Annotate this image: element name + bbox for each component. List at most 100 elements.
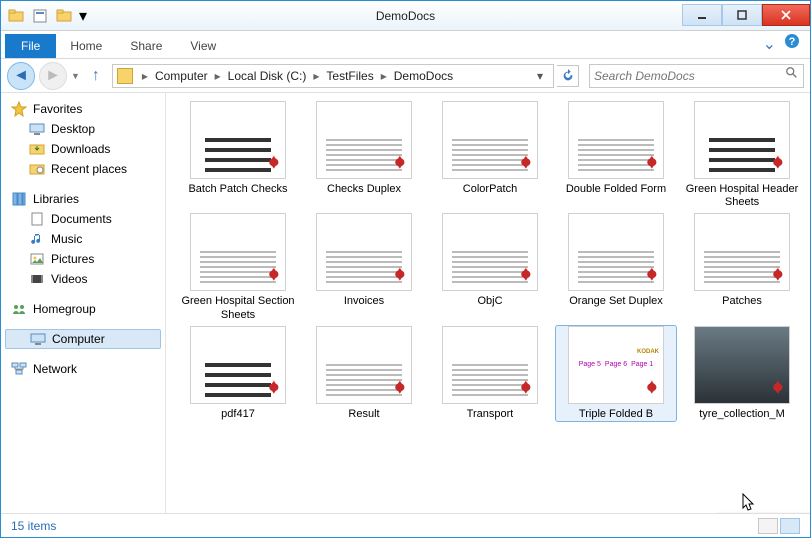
minimize-ribbon-icon[interactable]: ⌄	[763, 34, 776, 54]
file-thumbnail	[316, 101, 412, 179]
file-tile[interactable]: tyre_collection_M	[682, 326, 802, 421]
file-name-label: ObjC	[477, 295, 502, 308]
nav-desktop[interactable]: Desktop	[1, 119, 165, 139]
chevron-right-icon[interactable]: ▸	[139, 69, 151, 83]
file-tile[interactable]: pdf417	[178, 326, 298, 421]
file-tab[interactable]: File	[5, 34, 56, 58]
file-tile[interactable]: Patches	[682, 213, 802, 321]
chevron-right-icon[interactable]: ▸	[212, 69, 224, 83]
chevron-right-icon[interactable]: ▸	[378, 69, 390, 83]
file-tile[interactable]: Transport	[430, 326, 550, 421]
file-tile[interactable]: ObjC	[430, 213, 550, 321]
nav-recent[interactable]: Recent places	[1, 159, 165, 179]
nav-pictures[interactable]: Pictures	[1, 249, 165, 269]
help-icon[interactable]: ?	[784, 33, 800, 54]
nav-music[interactable]: Music	[1, 229, 165, 249]
close-button[interactable]	[762, 4, 810, 26]
ribbon-tools: ⌄ ?	[763, 33, 810, 58]
pdf-badge-icon	[513, 154, 535, 176]
file-tile[interactable]: Page 5Page 6Page 1KODAK Triple Folded B	[556, 326, 676, 421]
pdf-badge-icon	[513, 379, 535, 401]
breadcrumb-item[interactable]: DemoDocs	[392, 69, 455, 83]
nav-label: Documents	[51, 212, 112, 226]
file-name-label: Triple Folded B	[579, 408, 653, 421]
nav-computer[interactable]: Computer	[5, 329, 161, 349]
nav-videos[interactable]: Videos	[1, 269, 165, 289]
folder-icon[interactable]	[5, 5, 27, 27]
cursor-icon	[742, 493, 758, 513]
file-name-label: Green Hospital Section Sheets	[178, 295, 298, 321]
file-tile[interactable]: Result	[304, 326, 424, 421]
icons-view-button[interactable]	[780, 518, 800, 534]
file-name-label: Green Hospital Header Sheets	[682, 183, 802, 209]
file-tile[interactable]: Green Hospital Header Sheets	[682, 101, 802, 209]
pdf-badge-icon	[261, 154, 283, 176]
file-thumbnail	[694, 326, 790, 404]
nav-label: Desktop	[51, 122, 95, 136]
search-icon[interactable]	[785, 66, 799, 85]
file-thumbnail	[190, 101, 286, 179]
file-tile[interactable]: Double Folded Form	[556, 101, 676, 209]
statusbar: 15 items	[1, 513, 810, 537]
titlebar: ▾ DemoDocs	[1, 1, 810, 31]
file-thumbnail	[190, 213, 286, 291]
svg-text:?: ?	[789, 36, 796, 48]
pdf-badge-icon	[261, 266, 283, 288]
pdf-badge-icon	[765, 154, 787, 176]
nav-label: Recent places	[51, 162, 127, 176]
file-tile[interactable]: Batch Patch Checks	[178, 101, 298, 209]
file-tile[interactable]: Orange Set Duplex	[556, 213, 676, 321]
properties-icon[interactable]	[29, 5, 51, 27]
nav-favorites[interactable]: Favorites	[1, 99, 165, 119]
file-thumbnail	[694, 213, 790, 291]
file-name-label: Checks Duplex	[327, 183, 401, 196]
file-name-label: Patches	[722, 295, 762, 308]
qat-dropdown-icon[interactable]: ▾	[77, 5, 89, 27]
file-tile[interactable]: ColorPatch	[430, 101, 550, 209]
pdf-badge-icon	[261, 379, 283, 401]
breadcrumb-dropdown-icon[interactable]: ▾	[531, 69, 549, 83]
tab-view[interactable]: View	[176, 34, 230, 58]
nav-downloads[interactable]: Downloads	[1, 139, 165, 159]
nav-documents[interactable]: Documents	[1, 209, 165, 229]
details-view-button[interactable]	[758, 518, 778, 534]
breadcrumb-item[interactable]: TestFiles	[324, 69, 375, 83]
file-tile[interactable]: Invoices	[304, 213, 424, 321]
chevron-right-icon[interactable]: ▸	[310, 69, 322, 83]
up-button[interactable]: ↑	[84, 64, 108, 88]
tab-home[interactable]: Home	[56, 34, 116, 58]
file-tile[interactable]: Green Hospital Section Sheets	[178, 213, 298, 321]
file-tile[interactable]: Checks Duplex	[304, 101, 424, 209]
minimize-button[interactable]	[682, 4, 722, 26]
content-area[interactable]: Batch Patch Checks Checks Duplex ColorPatc…	[166, 93, 810, 513]
nav-homegroup[interactable]: Homegroup	[1, 299, 165, 319]
nav-label: Music	[51, 232, 82, 246]
recent-locations-icon[interactable]: ▼	[71, 71, 80, 81]
nav-libraries[interactable]: Libraries	[1, 189, 165, 209]
maximize-button[interactable]	[722, 4, 762, 26]
file-thumbnail	[568, 213, 664, 291]
new-folder-icon[interactable]	[53, 5, 75, 27]
nav-label: Libraries	[33, 192, 79, 206]
file-thumbnail: Page 5Page 6Page 1KODAK	[568, 326, 664, 404]
pdf-badge-icon	[639, 379, 661, 401]
breadcrumb-item[interactable]: Computer	[153, 69, 210, 83]
nav-label: Favorites	[33, 102, 82, 116]
file-thumbnail	[442, 213, 538, 291]
refresh-button[interactable]	[557, 65, 579, 87]
breadcrumb-item[interactable]: Local Disk (C:)	[226, 69, 309, 83]
pdf-badge-icon	[513, 266, 535, 288]
search-input[interactable]	[594, 69, 785, 83]
file-name-label: ColorPatch	[463, 183, 517, 196]
explorer-window: ▾ DemoDocs File Home Share View ⌄ ? ◄ ► …	[0, 0, 811, 538]
back-button[interactable]: ◄	[7, 62, 35, 90]
breadcrumb[interactable]: ▸ Computer ▸ Local Disk (C:) ▸ TestFiles…	[112, 64, 554, 88]
nav-label: Pictures	[51, 252, 94, 266]
file-thumbnail	[568, 101, 664, 179]
nav-network[interactable]: Network	[1, 359, 165, 379]
navbar: ◄ ► ▼ ↑ ▸ Computer ▸ Local Disk (C:) ▸ T…	[1, 59, 810, 93]
search-box[interactable]	[589, 64, 804, 88]
forward-button[interactable]: ►	[39, 62, 67, 90]
nav-label: Videos	[51, 272, 87, 286]
tab-share[interactable]: Share	[116, 34, 176, 58]
